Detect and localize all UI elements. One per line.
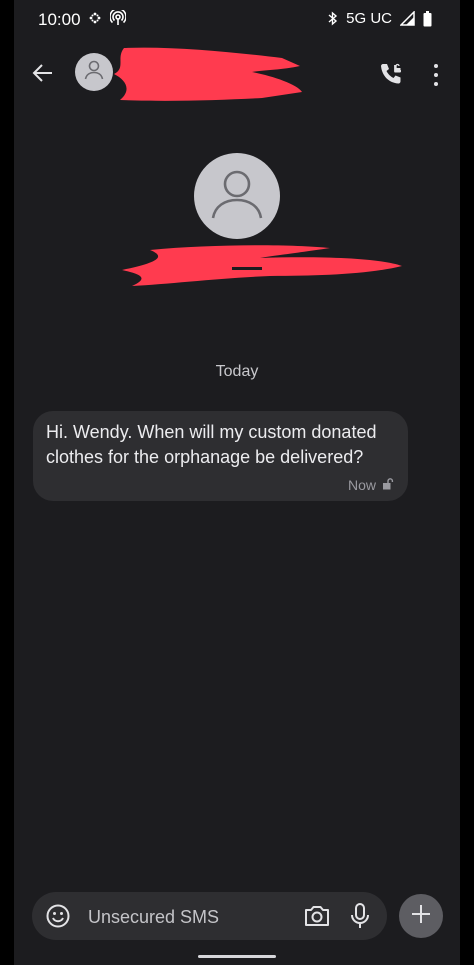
- add-attachment-button[interactable]: [399, 894, 443, 938]
- call-button[interactable]: [378, 61, 404, 87]
- contact-avatar-large[interactable]: [194, 153, 280, 239]
- unlocked-icon: [382, 477, 394, 493]
- back-arrow-icon: [32, 62, 54, 89]
- avatar-icon: [83, 59, 105, 86]
- phone-call-icon: [378, 63, 404, 91]
- status-bar: 10:00 5G UC: [0, 0, 474, 40]
- camera-icon: [303, 906, 331, 933]
- compose-bar: [32, 892, 387, 942]
- contact-avatar-small[interactable]: [75, 53, 113, 91]
- contact-name-redaction: [114, 47, 302, 101]
- status-time: 10:00: [38, 10, 81, 29]
- plus-icon: [411, 904, 431, 929]
- more-options-button[interactable]: [428, 62, 444, 88]
- contact-name-redaction-large: [122, 245, 402, 286]
- slack-icon: [88, 11, 102, 25]
- hotspot-icon: [110, 10, 126, 26]
- message-text: Hi. Wendy. When will my custom donated c…: [46, 422, 377, 467]
- bluetooth-icon: [328, 11, 338, 26]
- more-vert-dot: [434, 73, 438, 77]
- signal-icon: [400, 11, 415, 26]
- avatar-icon: [205, 162, 269, 231]
- mic-icon: [350, 903, 370, 934]
- more-vert-icon: [434, 64, 438, 68]
- battery-icon: [423, 10, 432, 27]
- message-input[interactable]: [86, 892, 290, 942]
- incoming-message-bubble[interactable]: Hi. Wendy. When will my custom donated c…: [33, 411, 408, 501]
- emoji-icon: [45, 904, 71, 933]
- message-timestamp: Now: [347, 477, 376, 493]
- home-indicator[interactable]: [198, 955, 276, 958]
- back-button[interactable]: [28, 60, 58, 90]
- voice-button[interactable]: [350, 902, 370, 930]
- date-divider: Today: [215, 363, 259, 380]
- message-meta: Now: [348, 477, 394, 493]
- camera-button[interactable]: [303, 903, 331, 929]
- emoji-button[interactable]: [45, 903, 71, 929]
- network-label: 5G UC: [346, 10, 392, 27]
- more-vert-dot: [434, 82, 438, 86]
